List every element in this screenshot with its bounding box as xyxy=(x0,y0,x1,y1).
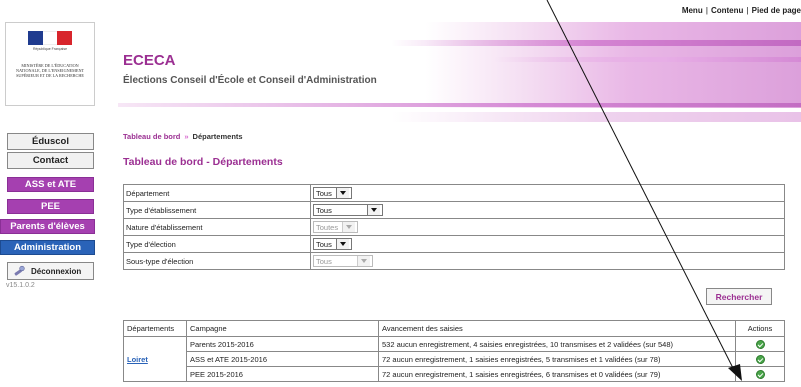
search-button[interactable]: Rechercher xyxy=(706,288,772,305)
progress-cell: 72 aucun enregistrement, 1 saisies enreg… xyxy=(378,351,736,367)
parents-button[interactable]: Parents d'élèves xyxy=(0,219,95,234)
filter-row: Nature d'établissement Toutes xyxy=(123,218,785,236)
filter-row: Sous-type d'élection Tous xyxy=(123,252,785,270)
filter-label: Département xyxy=(123,184,311,202)
footer-link[interactable]: Pied de page xyxy=(752,6,801,15)
logout-label: Déconnexion xyxy=(31,266,82,276)
validate-icon[interactable] xyxy=(755,339,765,349)
column-header: Campagne xyxy=(186,320,379,337)
header-banner xyxy=(118,22,801,108)
table-row: Loiret Parents 2015-2016 532 aucun enreg… xyxy=(123,336,785,382)
table-row: PEE 2015-2016 72 aucun enregistrement, 1… xyxy=(124,366,785,382)
column-header: Départements xyxy=(123,320,187,337)
ministry-logo: République Française MINISTÈRE DE L'ÉDUC… xyxy=(5,22,95,106)
election-type-select[interactable]: Tous xyxy=(313,238,352,250)
chevron-down-icon xyxy=(335,188,349,198)
election-subtype-select: Tous xyxy=(313,255,373,267)
filter-row: Type d'élection Tous xyxy=(123,235,785,253)
establishment-type-select[interactable]: Tous xyxy=(313,204,383,216)
establishment-nature-select: Toutes xyxy=(313,221,359,233)
administration-button[interactable]: Administration xyxy=(0,240,95,255)
campaign-cell: ASS et ATE 2015-2016 xyxy=(186,351,379,367)
republic-label: République Française xyxy=(32,47,68,51)
menu-link[interactable]: Menu xyxy=(682,6,703,15)
progress-cell: 532 aucun enregistrement, 4 saisies enre… xyxy=(378,336,736,352)
contact-button[interactable]: Contact xyxy=(7,152,94,169)
progress-cell: 72 aucun enregistrement, 1 saisies enreg… xyxy=(378,366,736,382)
separator: | xyxy=(746,6,749,15)
top-navigation: Menu | Contenu | Pied de page xyxy=(682,6,801,15)
breadcrumb: Tableau de bord » Départements xyxy=(123,132,243,141)
chevron-down-icon xyxy=(367,205,380,215)
filter-label: Type d'élection xyxy=(123,235,311,253)
app-subtitle: Élections Conseil d'École et Conseil d'A… xyxy=(123,75,377,86)
table-header-row: Départements Campagne Avancement des sai… xyxy=(123,320,785,337)
eduscol-button[interactable]: Éduscol xyxy=(7,133,94,150)
campaign-cell: Parents 2015-2016 xyxy=(186,336,379,352)
decorative-stripe xyxy=(118,103,801,107)
page-title: Tableau de bord - Départements xyxy=(123,156,283,168)
app-title: ECECA xyxy=(123,52,176,69)
column-header: Avancement des saisies xyxy=(378,320,736,337)
filter-table: Département Tous Type d'établissement To… xyxy=(123,184,785,270)
chevron-down-icon xyxy=(357,256,370,266)
separator: | xyxy=(705,6,708,15)
chevron-right-icon: » xyxy=(184,132,189,141)
department-select[interactable]: Tous xyxy=(313,187,352,199)
chevron-down-icon xyxy=(335,239,349,249)
ministry-label: MINISTÈRE DE L'ÉDUCATION NATIONALE, DE L… xyxy=(15,63,85,78)
validate-icon[interactable] xyxy=(755,369,765,379)
ass-ate-button[interactable]: ASS et ATE xyxy=(7,177,94,192)
filter-label: Type d'établissement xyxy=(123,201,311,219)
decorative-stripe xyxy=(118,40,801,46)
filter-label: Nature d'établissement xyxy=(123,218,311,236)
decorative-stripe xyxy=(118,57,801,62)
pee-button[interactable]: PEE xyxy=(7,199,94,214)
logout-button[interactable]: Déconnexion xyxy=(7,262,94,280)
campaign-cell: PEE 2015-2016 xyxy=(186,366,379,382)
filter-row: Département Tous xyxy=(123,184,785,202)
results-table: Départements Campagne Avancement des sai… xyxy=(123,320,785,382)
french-flag-icon xyxy=(28,31,73,45)
filter-row: Type d'établissement Tous xyxy=(123,201,785,219)
department-link[interactable]: Loiret xyxy=(127,355,148,364)
breadcrumb-home[interactable]: Tableau de bord xyxy=(123,132,180,141)
decorative-stripe xyxy=(118,112,801,122)
content-link[interactable]: Contenu xyxy=(711,6,743,15)
table-row: ASS et ATE 2015-2016 72 aucun enregistre… xyxy=(124,351,785,367)
column-header: Actions xyxy=(735,320,785,337)
validate-icon[interactable] xyxy=(755,354,765,364)
filter-label: Sous-type d'élection xyxy=(123,252,311,270)
breadcrumb-current: Départements xyxy=(192,132,243,141)
key-icon xyxy=(14,265,25,276)
chevron-down-icon xyxy=(342,222,356,232)
version-label: v15.1.0.2 xyxy=(6,282,35,289)
